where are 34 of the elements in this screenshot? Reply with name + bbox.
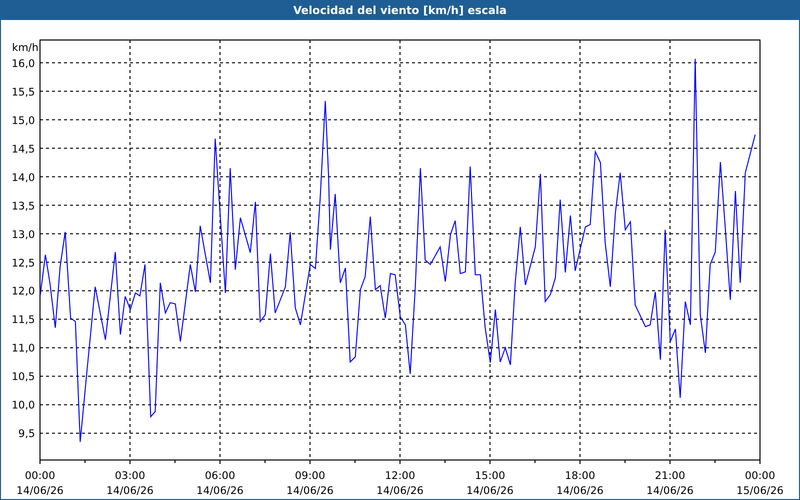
x-tick-date: 14/06/26 xyxy=(466,485,514,497)
x-tick-date: 14/06/26 xyxy=(646,485,694,497)
x-tick-date: 14/06/26 xyxy=(196,485,244,497)
x-tick-label: 00:00 xyxy=(744,470,776,482)
y-tick-label: 10,0 xyxy=(12,400,35,412)
x-tick-date: 14/06/26 xyxy=(286,485,334,497)
y-tick-label: 12,5 xyxy=(12,257,35,270)
x-tick-label: 00:00 xyxy=(24,470,56,482)
x-tick-date: 14/06/26 xyxy=(376,485,424,497)
x-tick-label: 03:00 xyxy=(114,470,146,482)
y-tick-label: 15,5 xyxy=(12,86,35,98)
y-tick-label: 13,0 xyxy=(12,228,35,241)
y-tick-label: 15,0 xyxy=(12,114,35,127)
y-tick-label: 14,0 xyxy=(12,172,35,184)
x-tick-date: 14/06/26 xyxy=(16,485,64,497)
y-tick-label: 10,5 xyxy=(12,371,35,384)
y-tick-label: 9,5 xyxy=(18,428,35,440)
y-tick-label: 13,5 xyxy=(12,200,35,212)
y-tick-label: 12,0 xyxy=(12,286,35,298)
y-tick-label: 16,0 xyxy=(12,58,35,70)
x-tick-label: 06:00 xyxy=(204,470,236,482)
y-axis-label: km/h xyxy=(12,42,39,54)
x-tick-label: 21:00 xyxy=(654,470,686,482)
x-tick-date: 14/06/26 xyxy=(556,485,604,497)
x-tick-label: 15:00 xyxy=(474,470,506,482)
y-tick-label: 14,5 xyxy=(12,143,35,156)
x-tick-label: 09:00 xyxy=(294,470,326,482)
y-tick-label: 11,0 xyxy=(12,342,35,355)
x-tick-date: 15/06/26 xyxy=(736,485,784,497)
x-tick-date: 14/06/26 xyxy=(106,485,154,497)
x-tick-label: 12:00 xyxy=(384,470,416,482)
x-tick-label: 18:00 xyxy=(564,470,596,482)
y-tick-label: 11,5 xyxy=(12,314,35,326)
window-title: Velocidad del viento [km/h] escala xyxy=(293,4,507,16)
